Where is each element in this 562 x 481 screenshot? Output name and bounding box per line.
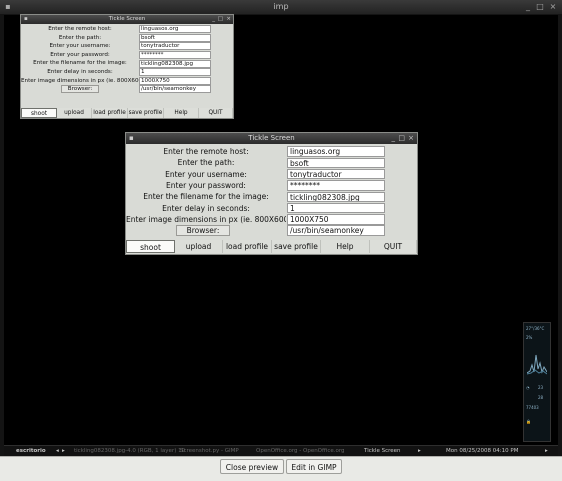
field-label: Enter image dimensions in px (ie. 800X60…	[21, 77, 139, 84]
readout-c: 77403	[526, 405, 539, 410]
cpu-readout: 2%	[526, 335, 533, 340]
system-monitor-panel: 27°/36°C 2% ◔ 23 28 77403 🔒	[523, 322, 551, 442]
load-profile-button[interactable]: load profile	[92, 108, 128, 118]
form-row-browser: Browser: /usr/bin/seamonkey	[21, 85, 233, 94]
window-menu-icon[interactable]: ▪	[129, 133, 134, 144]
field-label: Enter your password:	[50, 51, 110, 58]
button-bar: shoot upload load profile save profile H…	[126, 240, 417, 253]
form-row-delay: Enter delay in seconds: 1	[126, 202, 417, 214]
form-row-delay: Enter delay in seconds: 1	[21, 68, 233, 77]
gauge-icon: ◔	[526, 385, 530, 390]
outer-window-titlebar: imp ▪ _ □ ×	[0, 0, 562, 14]
minimize-icon[interactable]: _	[212, 15, 215, 24]
titlebar: ▪ Tickle Screen _ □ ×	[126, 133, 417, 144]
field-label: Enter the remote host:	[163, 147, 249, 156]
filename-input[interactable]: tickling082308.jpg	[287, 191, 385, 203]
browser-input[interactable]: /usr/bin/seamonkey	[287, 225, 385, 236]
quit-button[interactable]: QUIT	[199, 108, 233, 118]
delay-input[interactable]: 1	[139, 68, 211, 77]
tickle-window-small: ▪ Tickle Screen _ □ × Enter the remote h…	[20, 14, 234, 119]
close-icon[interactable]: ×	[408, 133, 414, 144]
path-input[interactable]: bsoft	[139, 33, 211, 42]
readout-a: 23	[538, 385, 544, 390]
form-row-password: Enter your password: ********	[126, 180, 417, 191]
field-label: Enter your username:	[49, 43, 111, 50]
field-label: Enter the filename for the image:	[33, 60, 127, 67]
dialog-action-area: Close preview Edit in GIMP	[0, 456, 562, 481]
window-menu-icon[interactable]: ▪	[4, 3, 12, 11]
save-profile-button[interactable]: save profile	[272, 240, 321, 253]
cpu-graph	[527, 354, 547, 375]
maximize-icon[interactable]: □	[536, 3, 544, 11]
form-row-filename: Enter the filename for the image: tickli…	[126, 191, 417, 203]
readout-b: 28	[538, 395, 544, 400]
filename-input[interactable]: tickling082308.jpg	[139, 59, 211, 68]
dimensions-input[interactable]: 1000X750	[287, 214, 385, 225]
form-row-dimensions: Enter image dimensions in px (ie. 800X60…	[126, 214, 417, 225]
password-input[interactable]: ********	[287, 180, 385, 191]
field-label: Enter the remote host:	[48, 26, 112, 32]
temperature-readout: 27°/36°C	[526, 326, 545, 331]
host-input[interactable]: linguasos.org	[139, 25, 211, 34]
field-label: Enter the path:	[58, 34, 102, 41]
form-row-path: Enter the path: bsoft	[126, 157, 417, 169]
close-icon[interactable]: ×	[549, 3, 557, 11]
help-button[interactable]: Help	[164, 108, 199, 118]
form-row-dimensions: Enter image dimensions in px (ie. 800X60…	[21, 76, 233, 86]
window-title: Tickle Screen	[248, 134, 295, 142]
password-input[interactable]: ********	[139, 51, 211, 60]
minimize-icon[interactable]: _	[392, 133, 396, 144]
titlebar: ▪ Tickle Screen _ □ ×	[21, 15, 233, 24]
host-input[interactable]: linguasos.org	[287, 146, 385, 157]
window-menu-icon[interactable]: ▪	[24, 15, 28, 24]
shoot-button[interactable]: shoot	[21, 108, 57, 118]
username-input[interactable]: tonytraductor	[287, 168, 385, 180]
form-row-host: Enter the remote host: linguasos.org	[126, 146, 417, 157]
field-label: Enter image dimensions in px (ie. 800X60…	[126, 214, 286, 224]
form-row-browser: Browser: /usr/bin/seamonkey	[126, 225, 417, 236]
form-row-filename: Enter the filename for the image: tickli…	[21, 59, 233, 68]
edit-in-gimp-button[interactable]: Edit in GIMP	[286, 459, 342, 474]
window-title: Tickle Screen	[108, 16, 146, 22]
minimize-icon[interactable]: _	[524, 3, 532, 11]
close-preview-button[interactable]: Close preview	[220, 459, 284, 474]
field-label: Enter delay in seconds:	[47, 69, 113, 75]
button-bar: shoot upload load profile save profile H…	[21, 108, 233, 118]
maximize-icon[interactable]: □	[398, 133, 405, 144]
lock-icon[interactable]: 🔒	[526, 419, 531, 424]
tickle-window-large: ▪ Tickle Screen _ □ × Enter the remote h…	[125, 132, 418, 255]
shoot-button[interactable]: shoot	[126, 240, 175, 253]
outer-window-title: imp	[273, 2, 289, 11]
username-input[interactable]: tonytraductor	[139, 42, 211, 51]
field-label: Enter your password:	[166, 180, 246, 190]
form-row-username: Enter your username: tonytraductor	[21, 42, 233, 51]
field-label: Enter delay in seconds:	[162, 203, 250, 213]
delay-input[interactable]: 1	[287, 202, 385, 214]
browser-button[interactable]: Browser:	[176, 225, 230, 236]
form-row-username: Enter your username: tonytraductor	[126, 168, 417, 180]
maximize-icon[interactable]: □	[218, 15, 223, 24]
browser-button[interactable]: Browser:	[61, 85, 99, 94]
form-row-host: Enter the remote host: linguasos.org	[21, 25, 233, 34]
form-row-password: Enter your password: ********	[21, 51, 233, 60]
field-label: Enter your username:	[165, 169, 247, 179]
browser-input[interactable]: /usr/bin/seamonkey	[139, 85, 211, 94]
upload-button[interactable]: upload	[57, 108, 92, 118]
load-profile-button[interactable]: load profile	[223, 240, 272, 253]
dimensions-input[interactable]: 1000X750	[139, 76, 211, 85]
field-label: Enter the path:	[177, 158, 235, 168]
form-row-path: Enter the path: bsoft	[21, 33, 233, 43]
help-button[interactable]: Help	[321, 240, 370, 253]
quit-button[interactable]: QUIT	[370, 240, 417, 253]
field-label: Enter the filename for the image:	[143, 192, 269, 202]
path-input[interactable]: bsoft	[287, 157, 385, 169]
save-profile-button[interactable]: save profile	[128, 108, 164, 118]
close-icon[interactable]: ×	[226, 15, 231, 24]
upload-button[interactable]: upload	[175, 240, 223, 253]
